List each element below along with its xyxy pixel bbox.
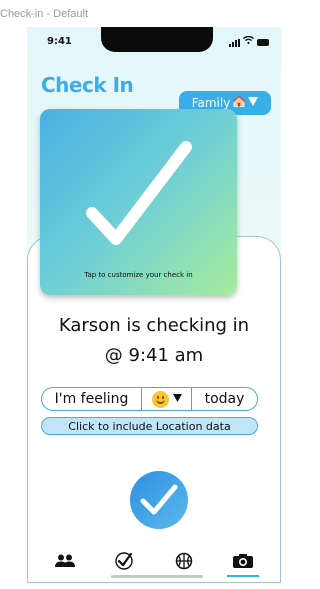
feeling-selector[interactable]: I'm feeling today [41, 387, 258, 411]
basketball-icon [175, 552, 192, 570]
checkmark-icon [140, 484, 178, 515]
check-in-card[interactable]: Tap to customize your check in [40, 109, 237, 295]
signal-icon [229, 39, 240, 47]
tab-people[interactable] [45, 546, 85, 576]
include-location-button[interactable]: Click to include Location data [41, 417, 258, 435]
home-indicator [111, 575, 203, 578]
checkmark-icon [86, 141, 192, 245]
feeling-suffix: today [204, 391, 245, 407]
smiley-face-icon [151, 390, 169, 408]
tab-activities[interactable] [164, 546, 204, 576]
phone-screen: 9:41 Check In Family Tap to customize yo… [27, 27, 281, 583]
status-bar: 9:41 [27, 27, 281, 61]
people-icon [54, 554, 75, 567]
device-notch [101, 27, 213, 52]
wifi-icon [243, 35, 254, 47]
chevron-down-icon [248, 97, 259, 109]
page-title: Check In [41, 73, 134, 97]
chevron-down-icon [172, 393, 182, 405]
frame-label: Check-in - Default [0, 8, 89, 20]
tab-camera[interactable] [223, 546, 263, 577]
battery-icon [257, 39, 269, 46]
status-time: 9:41 [47, 36, 72, 47]
tab-bar [27, 543, 281, 579]
check-circle-icon [115, 552, 133, 570]
camera-icon [233, 554, 254, 568]
checking-in-heading: Karson is checking in [58, 315, 250, 336]
card-caption: Tap to customize your check in [84, 271, 193, 279]
group-selector-label: Family [191, 96, 231, 110]
submit-check-in-button[interactable] [130, 471, 188, 529]
status-icons [229, 35, 269, 47]
house-icon [232, 95, 246, 110]
feeling-prefix: I'm feeling [42, 388, 142, 410]
tab-check-in[interactable] [104, 546, 144, 576]
emoji-dropdown[interactable] [142, 388, 192, 410]
checking-in-time: @ 9:41 am [104, 345, 204, 366]
